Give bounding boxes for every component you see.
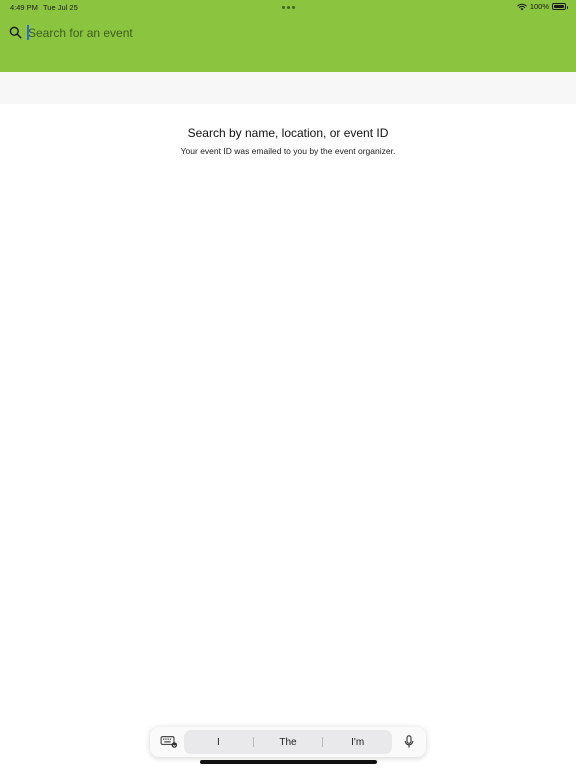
event-search-screen: 4:49 PM Tue Jul 25 100% Search for an ev… xyxy=(0,0,576,768)
header: 4:49 PM Tue Jul 25 100% xyxy=(0,0,576,72)
keyboard-suggestion-bar: I The I'm xyxy=(150,727,426,757)
microphone-icon[interactable] xyxy=(404,735,414,749)
battery-percent: 100% xyxy=(529,2,549,11)
status-date: Tue Jul 25 xyxy=(43,3,78,12)
empty-state-title: Search by name, location, or event ID xyxy=(187,126,389,140)
home-indicator[interactable] xyxy=(200,760,377,764)
search-bar[interactable] xyxy=(0,22,576,44)
search-icon xyxy=(9,26,22,39)
status-bar: 4:49 PM Tue Jul 25 100% xyxy=(0,0,576,14)
wifi-icon xyxy=(517,3,527,10)
battery-icon xyxy=(552,3,568,10)
results-subbar xyxy=(0,72,576,104)
status-time: 4:49 PM xyxy=(10,3,38,12)
suggestion-item[interactable]: I'm xyxy=(323,737,392,748)
search-input[interactable] xyxy=(27,23,547,43)
suggestion-list: I The I'm xyxy=(184,730,392,754)
keyboard-icon[interactable] xyxy=(160,736,178,748)
suggestion-item[interactable]: I xyxy=(184,737,253,748)
text-caret xyxy=(27,25,29,40)
suggestion-item[interactable]: The xyxy=(254,737,323,748)
empty-state-subtitle: Your event ID was emailed to you by the … xyxy=(180,146,396,156)
multitasking-dots-icon[interactable] xyxy=(282,6,295,9)
status-right: 100% xyxy=(517,2,568,11)
